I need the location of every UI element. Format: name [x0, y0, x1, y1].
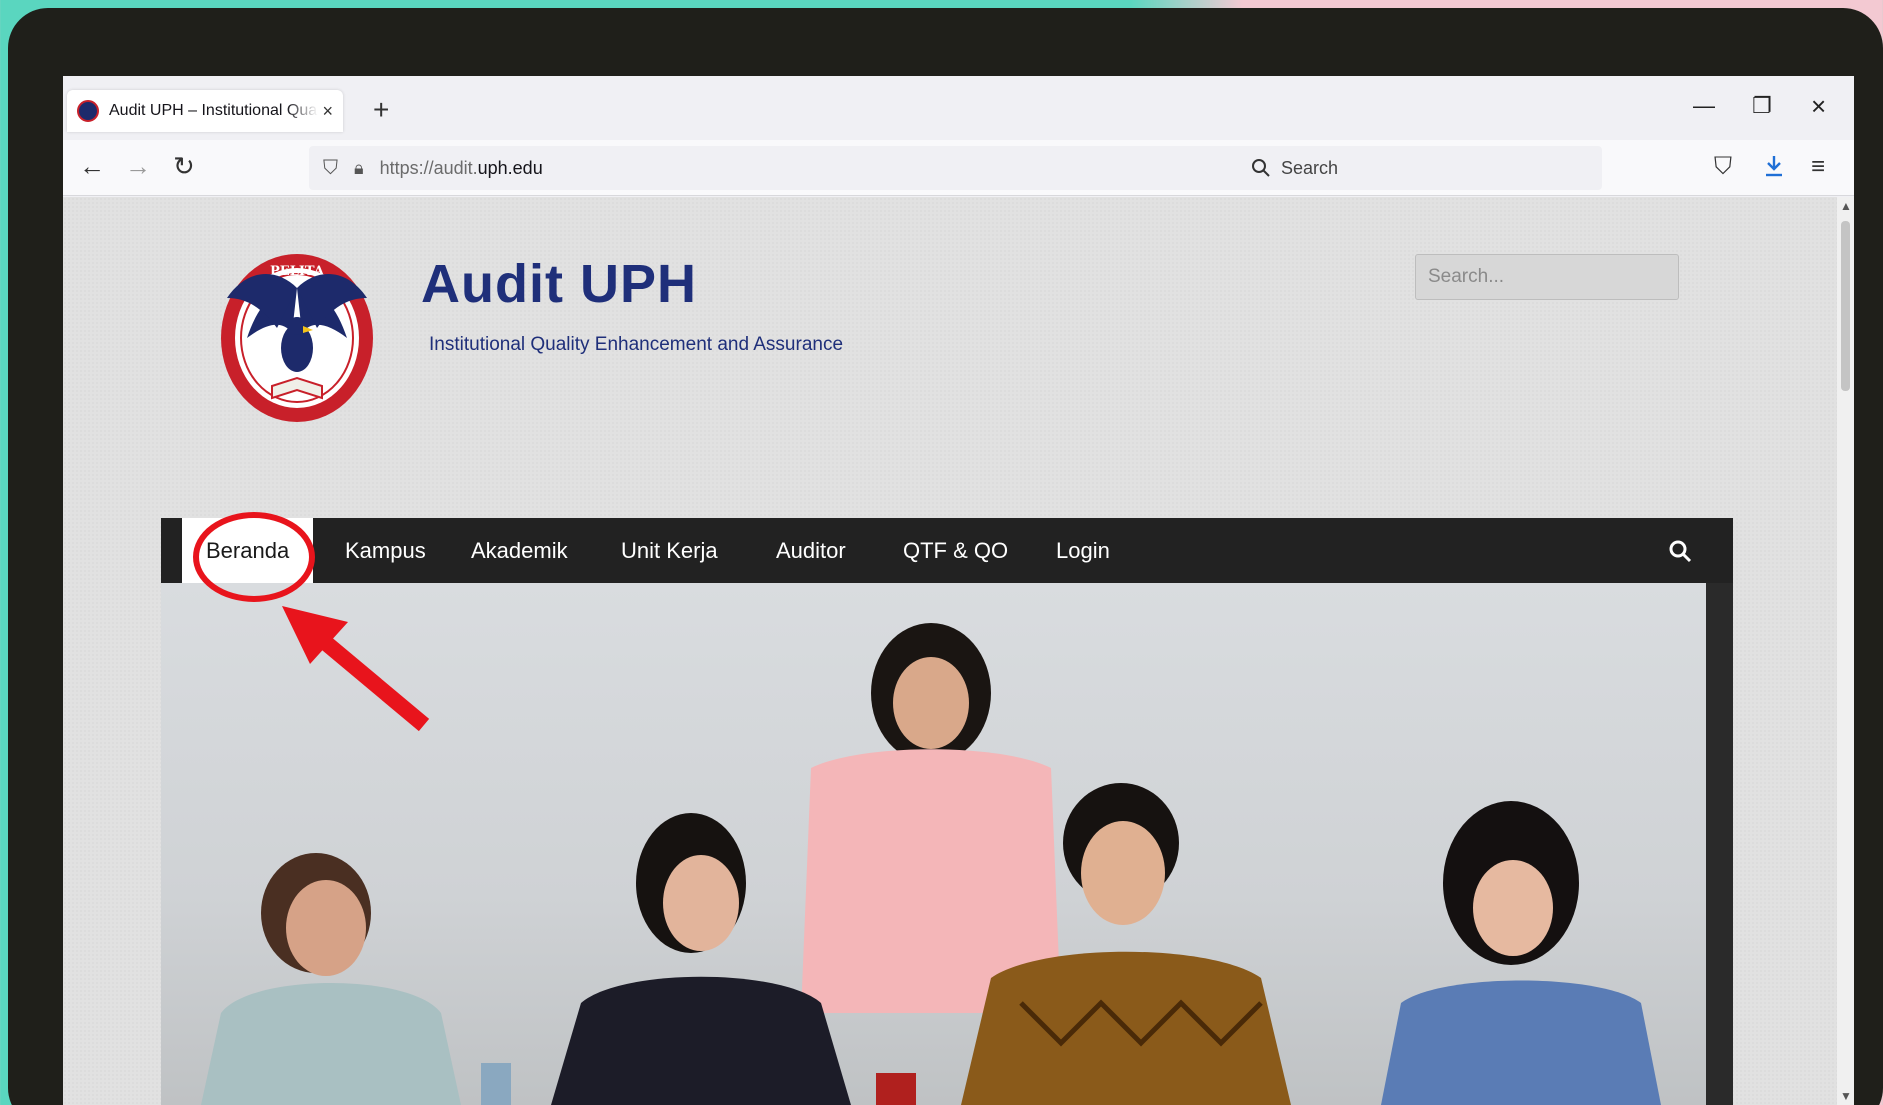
new-tab-button[interactable]: + [373, 90, 389, 130]
main-menu: Beranda Kampus Akademik Unit Kerja Audit… [161, 518, 1733, 583]
url-text[interactable]: https://audit.uph.edu [380, 158, 543, 179]
lock-icon[interactable]: 🔒︎ [354, 158, 364, 179]
tab-audit-uph[interactable]: Audit UPH – Institutional Quality Enhanc… [67, 90, 343, 132]
page-viewport: PELITA Audit UPH Institutional Quality E… [63, 197, 1837, 1105]
menu-item-akademik[interactable]: Akademik [471, 518, 568, 583]
hero-photo [161, 583, 1733, 1105]
meeting-photo [201, 583, 1733, 1105]
reload-icon[interactable]: ↻ [173, 150, 195, 182]
tab-title: Audit UPH – Institutional Quality Enhanc… [109, 102, 318, 119]
menu-item-kampus[interactable]: Kampus [345, 518, 426, 583]
tab-strip: Audit UPH – Institutional Quality Enhanc… [63, 76, 1854, 140]
browser-window: Audit UPH – Institutional Quality Enhanc… [63, 76, 1854, 1105]
menu-icon[interactable]: ≡ [1811, 152, 1825, 182]
forward-icon[interactable]: → [125, 150, 151, 182]
download-icon[interactable] [1763, 154, 1785, 178]
favicon-icon [77, 100, 99, 122]
menu-item-qtf-qo[interactable]: QTF & QO [903, 518, 1008, 583]
menu-item-auditor[interactable]: Auditor [776, 518, 846, 583]
shield-icon[interactable]: ⛉ [323, 157, 338, 180]
uph-logo: PELITA [221, 254, 373, 422]
menu-item-beranda[interactable]: Beranda [182, 518, 314, 583]
nav-bar: ← → ↻ ⛉ 🔒︎ https://audit.uph.edu ☆ Searc… [63, 140, 1854, 196]
close-window-icon[interactable]: × [1811, 92, 1826, 120]
browser-search-box[interactable]: Search [1239, 146, 1602, 190]
menu-item-login[interactable]: Login [1056, 518, 1110, 583]
tab-close-icon[interactable]: × [322, 101, 333, 122]
scroll-up-icon[interactable]: ▲ [1840, 199, 1852, 213]
browser-search-label: Search [1281, 157, 1339, 178]
page-scrollbar[interactable]: ▲ ▼ [1837, 197, 1854, 1105]
restore-icon[interactable]: ❐ [1752, 92, 1772, 120]
menu-search-icon[interactable] [1667, 538, 1693, 564]
minimize-icon[interactable]: — [1693, 92, 1715, 120]
scrollbar-thumb[interactable] [1841, 221, 1850, 391]
pocket-icon[interactable]: ⛉ [1714, 152, 1732, 182]
scroll-down-icon[interactable]: ▼ [1840, 1089, 1852, 1103]
site-title[interactable]: Audit UPH [421, 253, 697, 315]
menu-item-unit-kerja[interactable]: Unit Kerja [621, 518, 718, 583]
search-icon [1252, 159, 1270, 177]
back-icon[interactable]: ← [79, 150, 105, 182]
site-tagline: Institutional Quality Enhancement and As… [429, 334, 844, 355]
site-search-input[interactable] [1415, 254, 1679, 300]
